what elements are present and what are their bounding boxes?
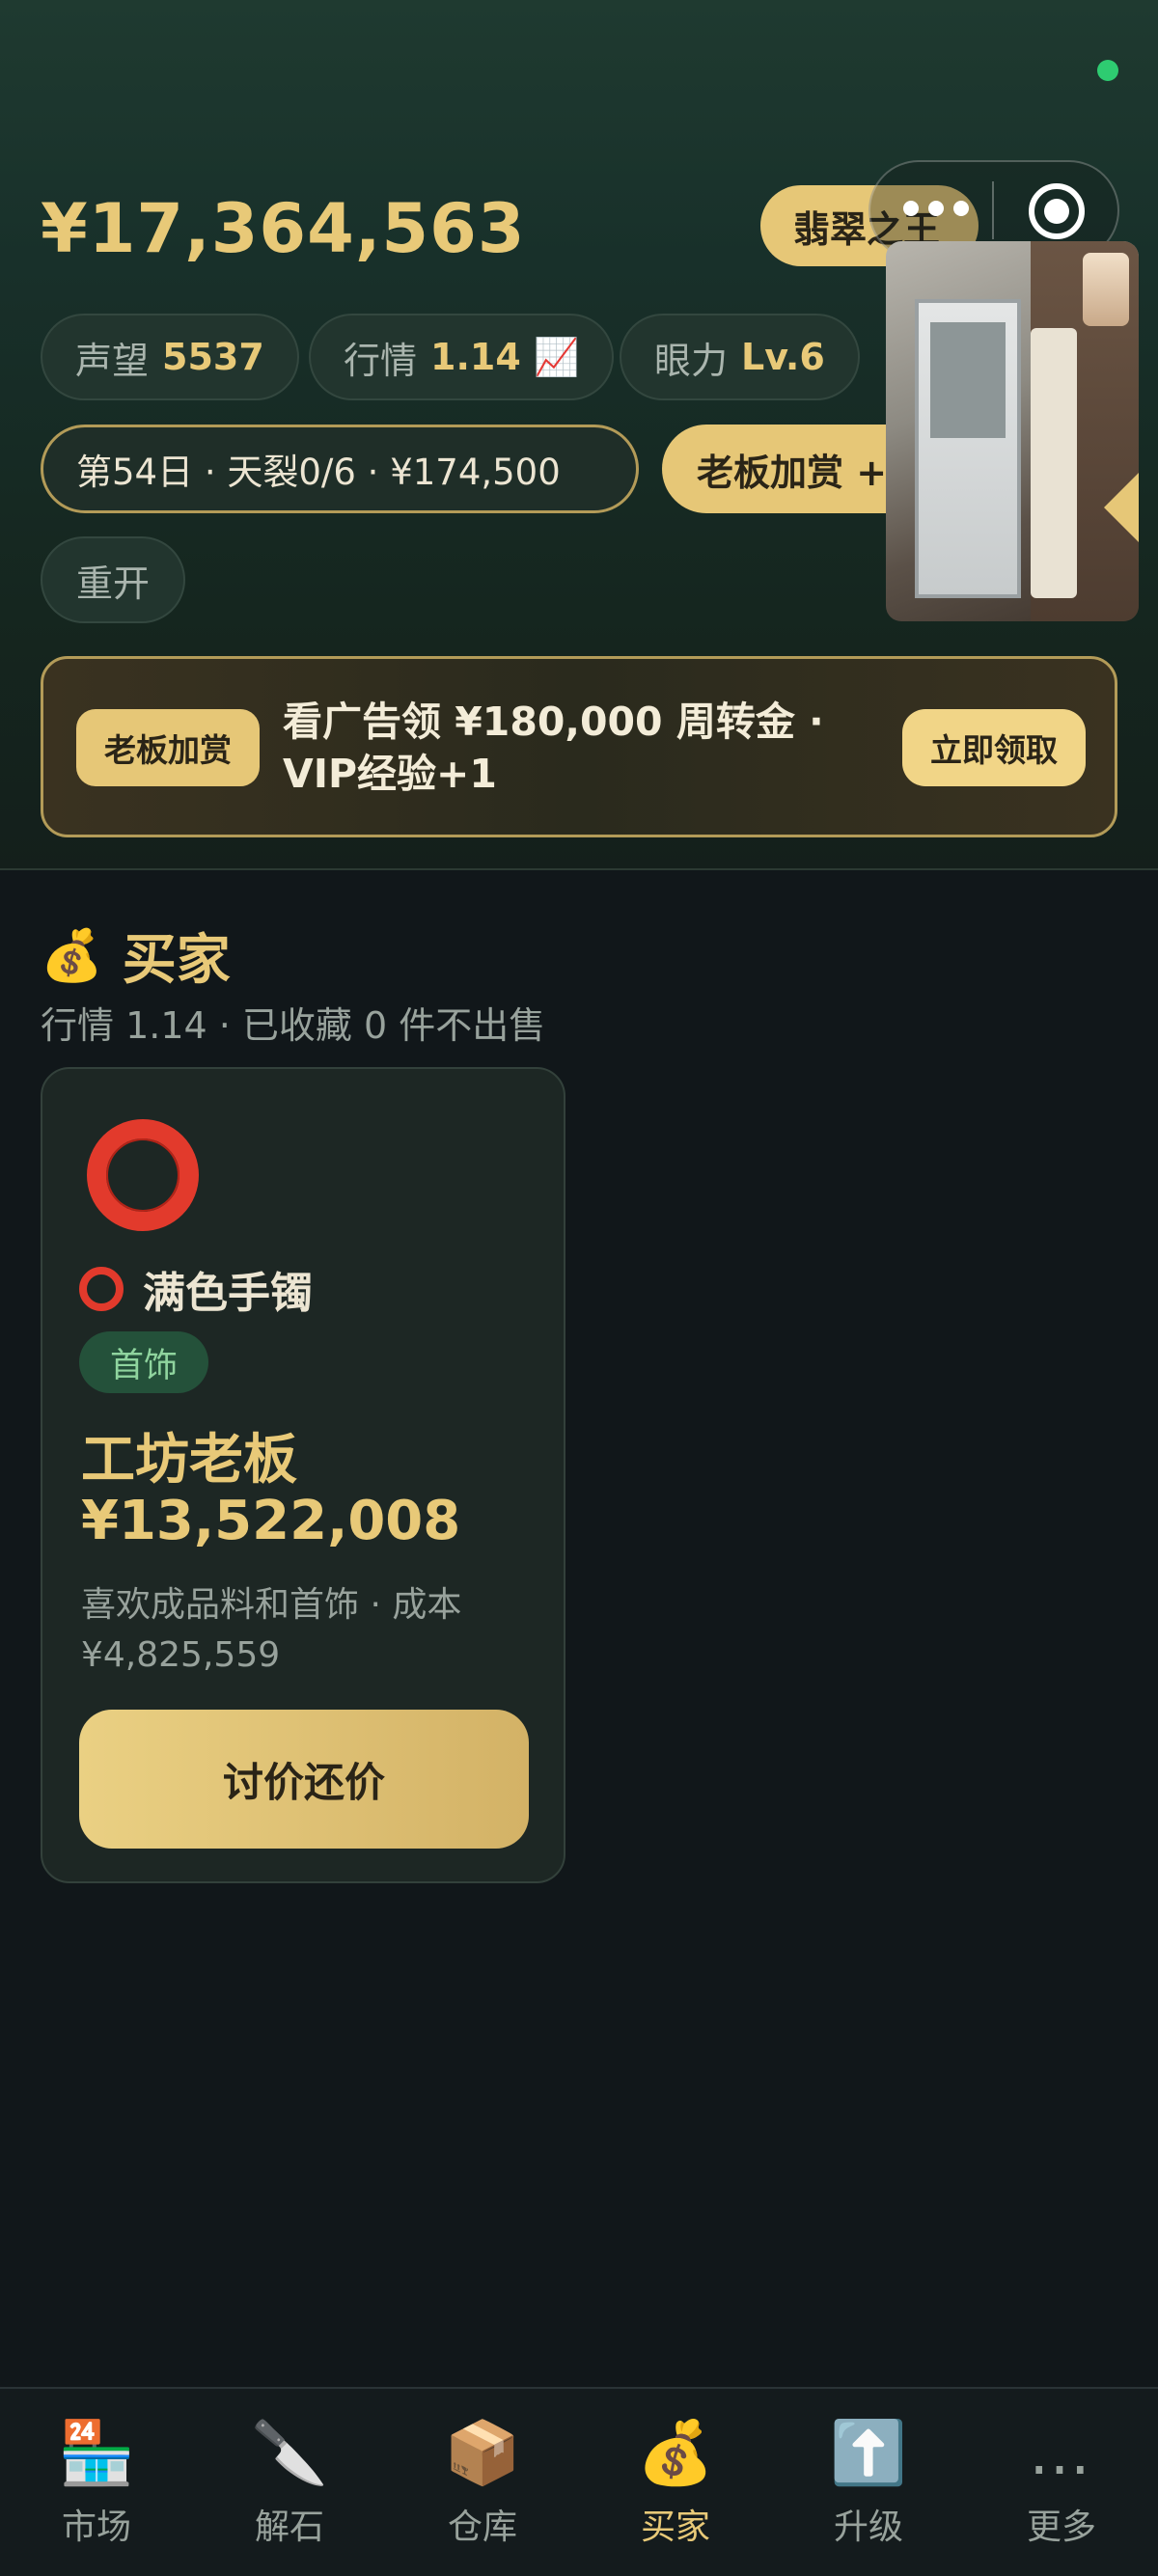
nav-label: 仓库	[447, 2507, 517, 2547]
buyer-description: 喜欢成品料和首饰 · 成本 ¥4,825,559	[81, 1585, 462, 1675]
bracelet-small-icon	[79, 1267, 124, 1311]
stat-value: Lv.6	[741, 336, 825, 378]
bracelet-icon	[87, 1119, 199, 1231]
item-name: 满色手镯	[143, 1269, 313, 1318]
video-door	[915, 299, 1021, 598]
capsule-divider	[992, 181, 994, 239]
nav-label: 升级	[833, 2507, 903, 2547]
up-arrow-icon: ⬆️	[830, 2418, 907, 2489]
online-status-dot	[1097, 60, 1118, 81]
nav-item-buyers[interactable]: 💰 买家	[579, 2389, 772, 2576]
stat-label: 行情	[344, 339, 418, 382]
restart-button[interactable]: 重开	[41, 536, 185, 623]
stat-reputation: 声望 5537	[41, 314, 299, 400]
section-title-text: 买家	[122, 929, 231, 992]
stat-label: 眼力	[654, 339, 729, 382]
nav-item-more[interactable]: … 更多	[965, 2389, 1158, 2576]
boss-bonus-button[interactable]: 老板加赏 +	[662, 425, 913, 513]
claim-now-button[interactable]: 立即领取	[902, 709, 1086, 786]
nav-label: 解石	[254, 2507, 324, 2547]
nav-label: 市场	[61, 2507, 131, 2547]
nav-item-upgrade[interactable]: ⬆️ 升级	[772, 2389, 965, 2576]
banner-tag: 老板加赏	[76, 709, 260, 786]
banner-text: 看广告领 ¥180,000 周转金 · VIP经验+1	[283, 699, 824, 797]
section-title: 💰 买家	[41, 917, 231, 995]
money-bag-icon: 💰	[41, 927, 103, 985]
day-info-pill: 第54日 · 天裂0/6 · ¥174,500	[41, 425, 639, 513]
category-tag: 首饰	[79, 1331, 208, 1393]
item-name-row: 满色手镯	[79, 1258, 313, 1320]
video-cloth	[1031, 328, 1077, 598]
money-balance: ¥17,364,563	[41, 189, 526, 268]
store-icon: 🏪	[58, 2418, 135, 2489]
stat-label: 声望	[75, 339, 150, 382]
video-pip-avatar	[1083, 253, 1129, 326]
section-subtitle: 行情 1.14 · 已收藏 0 件不出售	[41, 1004, 546, 1047]
nav-label: 更多	[1026, 2507, 1096, 2547]
bottom-nav: 🏪 市场 🔪 解石 📦 仓库 💰 买家 ⬆️ 升级 … 更多	[0, 2387, 1158, 2576]
close-target-icon[interactable]	[1029, 183, 1085, 239]
stat-value: 5537	[162, 336, 264, 378]
more-dots-icon: …	[1029, 2418, 1094, 2489]
buyer-card: 满色手镯 首饰 工坊老板 ¥13,522,008 喜欢成品料和首饰 · 成本 ¥…	[41, 1067, 565, 1883]
buyer-name: 工坊老板	[81, 1429, 297, 1492]
floating-video-window[interactable]	[886, 241, 1139, 621]
stat-market: 行情 1.14 📈	[309, 314, 615, 400]
box-icon: 📦	[444, 2418, 521, 2489]
stat-value: 1.14 📈	[430, 335, 580, 378]
nav-item-cut-stone[interactable]: 🔪 解石	[193, 2389, 386, 2576]
nav-label: 买家	[640, 2507, 710, 2547]
stat-insight: 眼力 Lv.6	[620, 314, 860, 400]
more-menu-icon[interactable]	[903, 201, 969, 216]
nav-item-warehouse[interactable]: 📦 仓库	[386, 2389, 579, 2576]
knife-icon: 🔪	[251, 2418, 328, 2489]
nav-item-market[interactable]: 🏪 市场	[0, 2389, 193, 2576]
ad-reward-banner: 老板加赏 看广告领 ¥180,000 周转金 · VIP经验+1 立即领取	[41, 656, 1117, 837]
haggle-button[interactable]: 讨价还价	[79, 1710, 529, 1849]
top-header: ¥17,364,563 翡翠之王 声望 5537 行情 1.14 📈 眼力 Lv…	[0, 0, 1158, 870]
offer-price: ¥13,522,008	[81, 1490, 461, 1552]
money-bag-icon: 💰	[637, 2418, 714, 2489]
collapse-arrow-icon[interactable]	[1104, 473, 1139, 542]
